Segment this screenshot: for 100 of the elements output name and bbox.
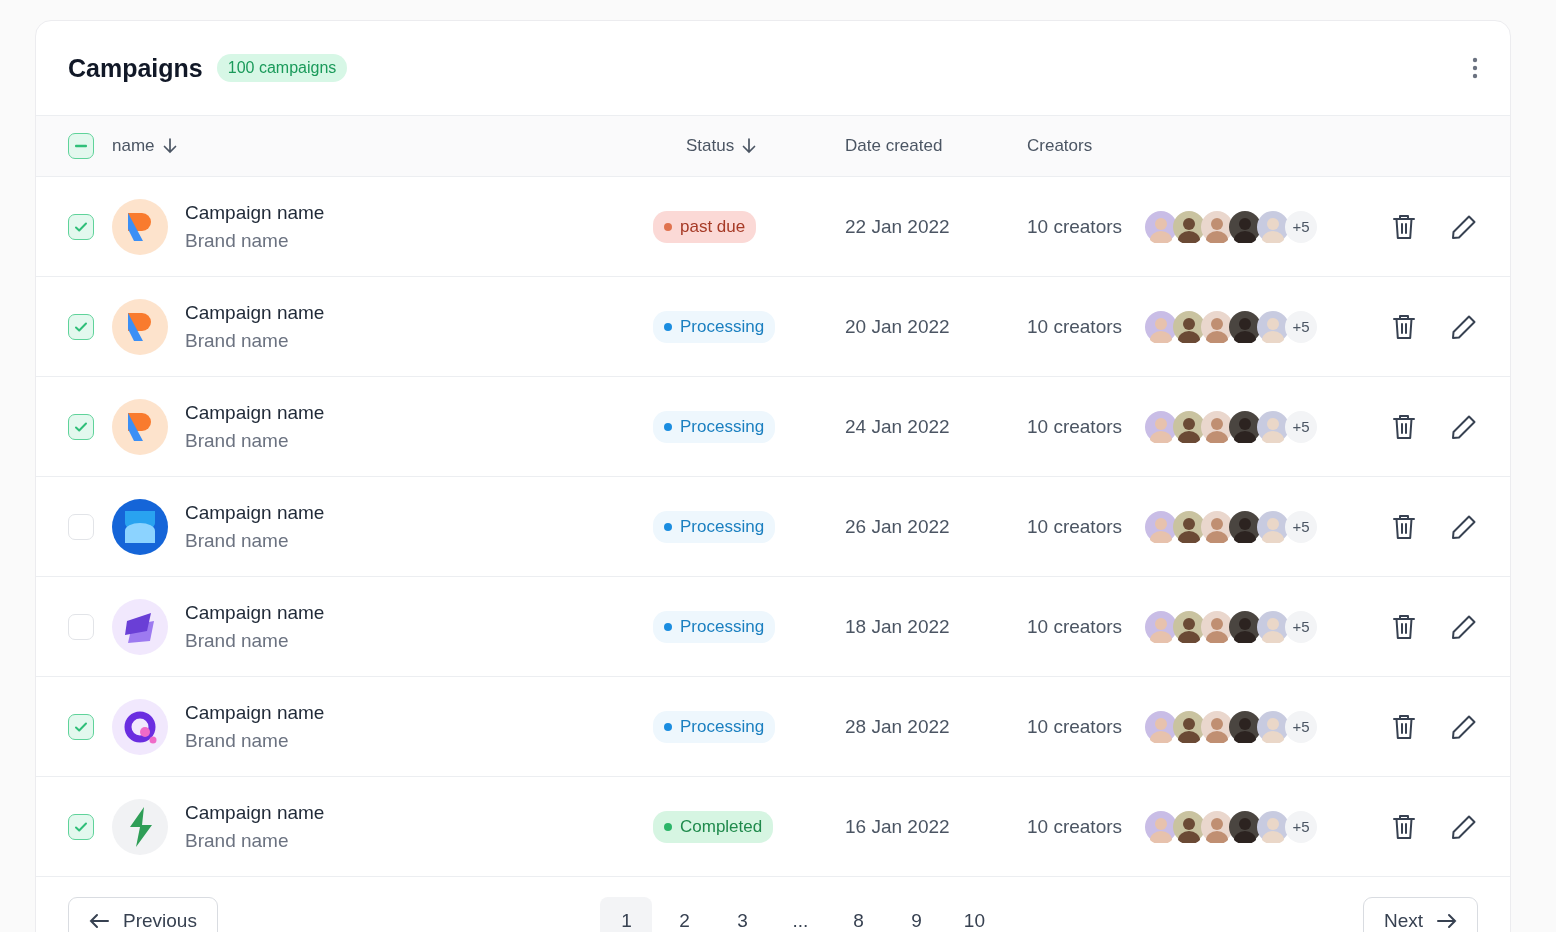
creators-count: 10 creators <box>1027 415 1124 438</box>
avatar <box>1173 210 1205 243</box>
creators-count: 10 creators <box>1027 715 1124 738</box>
avatar <box>1229 310 1261 343</box>
campaign-name: Campaign name <box>185 401 326 424</box>
page-button[interactable]: 8 <box>832 897 885 932</box>
delete-button[interactable] <box>1390 712 1418 741</box>
hourglass-logo-icon <box>112 498 168 555</box>
brand-name: Brand name <box>185 829 290 852</box>
next-button[interactable]: Next <box>1362 897 1478 932</box>
page-button[interactable]: 10 <box>948 897 1001 932</box>
status-badge: Processing <box>653 310 776 343</box>
brand-name: Brand name <box>185 229 290 252</box>
avatar <box>1201 610 1233 643</box>
campaign-name: Campaign name <box>185 501 326 524</box>
column-header: Creators <box>1027 136 1094 156</box>
more-creators-count: +5 <box>1285 810 1317 843</box>
status-badge: Completed <box>653 810 774 843</box>
date-cell-text: 26 Jan 2022 <box>845 515 951 538</box>
arrow-right-icon <box>1437 913 1457 929</box>
row-checkbox[interactable] <box>68 513 94 540</box>
avatar <box>1173 710 1205 743</box>
creators-count: 10 creators <box>1027 215 1124 238</box>
delete-button[interactable] <box>1390 212 1418 241</box>
more-creators-count: +5 <box>1285 510 1317 543</box>
status-badge: Processing <box>653 710 776 743</box>
avatar <box>1257 310 1289 343</box>
row-checkbox[interactable] <box>68 313 94 340</box>
avatar <box>1257 510 1289 543</box>
date-cell-text: 28 Jan 2022 <box>845 715 951 738</box>
count-badge: 100 campaigns <box>216 54 348 82</box>
date-cell-text: 22 Jan 2022 <box>845 215 951 238</box>
more-creators-count: +5 <box>1285 410 1317 443</box>
row-checkbox[interactable] <box>68 713 94 740</box>
r-logo-icon <box>112 198 168 255</box>
delete-button[interactable] <box>1390 412 1418 441</box>
brand-name: Brand name <box>185 529 290 552</box>
delete-button[interactable] <box>1390 612 1418 641</box>
status-badge: Processing <box>653 410 776 443</box>
row-checkbox[interactable] <box>68 413 94 440</box>
avatar <box>1173 510 1205 543</box>
avatar <box>1257 810 1289 843</box>
avatar <box>1201 710 1233 743</box>
sort-arrow-icon <box>162 138 177 154</box>
row-checkbox[interactable] <box>68 213 94 240</box>
more-creators-count: +5 <box>1285 310 1317 343</box>
avatar <box>1145 610 1177 643</box>
avatar <box>1173 310 1205 343</box>
avatar <box>1229 810 1261 843</box>
more-creators-count: +5 <box>1285 210 1317 243</box>
campaign-name: Campaign name <box>185 601 326 624</box>
brand-name: Brand name <box>185 329 290 352</box>
creators-count: 10 creators <box>1027 815 1124 838</box>
avatar <box>1145 310 1177 343</box>
date-cell-text: 20 Jan 2022 <box>845 315 951 338</box>
brand-name: Brand name <box>185 629 290 652</box>
avatar <box>1201 410 1233 443</box>
date-cell-text: 16 Jan 2022 <box>845 815 951 838</box>
avatar <box>1145 810 1177 843</box>
avatar <box>1229 210 1261 243</box>
avatar <box>1173 610 1205 643</box>
page-button[interactable]: 2 <box>658 897 711 932</box>
status-badge: Processing <box>653 610 776 643</box>
minus-icon <box>75 144 87 148</box>
row-checkbox[interactable] <box>68 813 94 840</box>
avatar <box>1201 810 1233 843</box>
creators-count: 10 creators <box>1027 315 1124 338</box>
column-header[interactable]: Status <box>653 136 845 156</box>
status-badge: past due <box>653 210 757 243</box>
delete-button[interactable] <box>1390 312 1418 341</box>
campaign-name: Campaign name <box>185 301 326 324</box>
r-logo-icon <box>112 298 168 355</box>
status-badge: Processing <box>653 510 776 543</box>
row-checkbox[interactable] <box>68 613 94 640</box>
avatar <box>1229 710 1261 743</box>
brand-name: Brand name <box>185 729 290 752</box>
page-button[interactable]: 3 <box>716 897 769 932</box>
column-header[interactable]: name <box>112 136 653 156</box>
delete-button[interactable] <box>1390 512 1418 541</box>
layers-logo-icon <box>112 598 168 655</box>
creators-count: 10 creators <box>1027 615 1124 638</box>
avatar <box>1257 410 1289 443</box>
avatar <box>1257 610 1289 643</box>
page-button[interactable]: 9 <box>890 897 943 932</box>
avatar <box>1229 610 1261 643</box>
avatar <box>1145 510 1177 543</box>
select-all-checkbox[interactable] <box>68 133 94 159</box>
page-button[interactable]: ... <box>774 897 827 932</box>
brand-name: Brand name <box>185 429 290 452</box>
avatar <box>1257 710 1289 743</box>
page-button[interactable]: 1 <box>600 897 653 932</box>
campaign-name: Campaign name <box>185 701 326 724</box>
avatar <box>1145 210 1177 243</box>
avatar <box>1201 310 1233 343</box>
avatar <box>1145 410 1177 443</box>
more-options-icon[interactable] <box>1472 57 1478 79</box>
delete-button[interactable] <box>1390 812 1418 841</box>
date-cell-text: 24 Jan 2022 <box>845 415 951 438</box>
campaign-name: Campaign name <box>185 801 326 824</box>
previous-button[interactable]: Previous <box>68 897 218 932</box>
